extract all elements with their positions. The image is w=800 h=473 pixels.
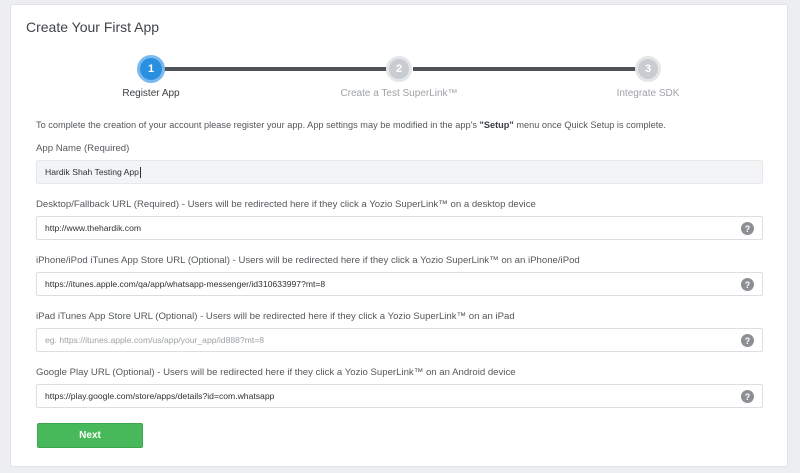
step-3-indicator: 3 bbox=[635, 56, 661, 82]
app-name-label: App Name (Required) bbox=[36, 143, 130, 154]
iphone-url-label: iPhone/iPod iTunes App Store URL (Option… bbox=[36, 255, 580, 266]
setup-card: Create Your First App 1 Register App 2 C… bbox=[10, 4, 788, 467]
text-cursor bbox=[139, 166, 141, 178]
step-connector-2 bbox=[413, 67, 649, 71]
help-icon[interactable]: ? bbox=[741, 390, 754, 403]
step-1-number: 1 bbox=[147, 63, 155, 75]
app-name-value: Hardik Shah Testing App bbox=[45, 167, 139, 177]
step-connector-1 bbox=[163, 67, 398, 71]
ipad-url-label: iPad iTunes App Store URL (Optional) - U… bbox=[36, 311, 515, 322]
desktop-url-input[interactable]: http://www.thehardik.com ? bbox=[36, 216, 763, 240]
intro-text: To complete the creation of your account… bbox=[36, 120, 666, 130]
step-3-label: Integrate SDK bbox=[616, 88, 680, 99]
next-button[interactable]: Next bbox=[37, 423, 143, 448]
step-3-number: 3 bbox=[644, 63, 652, 75]
page-title: Create Your First App bbox=[26, 19, 160, 35]
google-play-url-value: https://play.google.com/store/apps/detai… bbox=[45, 391, 275, 401]
step-1-indicator: 1 bbox=[137, 55, 165, 83]
step-2-number: 2 bbox=[395, 63, 403, 75]
ipad-url-placeholder: eg. https://itunes.apple.com/us/app/your… bbox=[45, 335, 265, 345]
google-play-url-label: Google Play URL (Optional) - Users will … bbox=[36, 367, 516, 378]
app-name-input[interactable]: Hardik Shah Testing App bbox=[36, 160, 763, 184]
desktop-url-label: Desktop/Fallback URL (Required) - Users … bbox=[36, 199, 536, 210]
ipad-url-input[interactable]: eg. https://itunes.apple.com/us/app/your… bbox=[36, 328, 763, 352]
iphone-url-input[interactable]: https://itunes.apple.com/qa/app/whatsapp… bbox=[36, 272, 763, 296]
help-icon[interactable]: ? bbox=[741, 334, 754, 347]
step-2-label: Create a Test SuperLink™ bbox=[340, 88, 458, 99]
help-icon[interactable]: ? bbox=[741, 278, 754, 291]
iphone-url-value: https://itunes.apple.com/qa/app/whatsapp… bbox=[45, 279, 326, 289]
step-1-label: Register App bbox=[122, 88, 180, 99]
google-play-url-input[interactable]: https://play.google.com/store/apps/detai… bbox=[36, 384, 763, 408]
desktop-url-value: http://www.thehardik.com bbox=[45, 223, 142, 233]
progress-stepper: 1 Register App 2 Create a Test SuperLink… bbox=[11, 54, 789, 104]
intro-text-setup: "Setup" bbox=[479, 120, 514, 130]
intro-text-before: To complete the creation of your account… bbox=[36, 120, 480, 130]
intro-text-after: menu once Quick Setup is complete. bbox=[513, 120, 666, 130]
step-2-indicator: 2 bbox=[386, 56, 412, 82]
help-icon[interactable]: ? bbox=[741, 222, 754, 235]
